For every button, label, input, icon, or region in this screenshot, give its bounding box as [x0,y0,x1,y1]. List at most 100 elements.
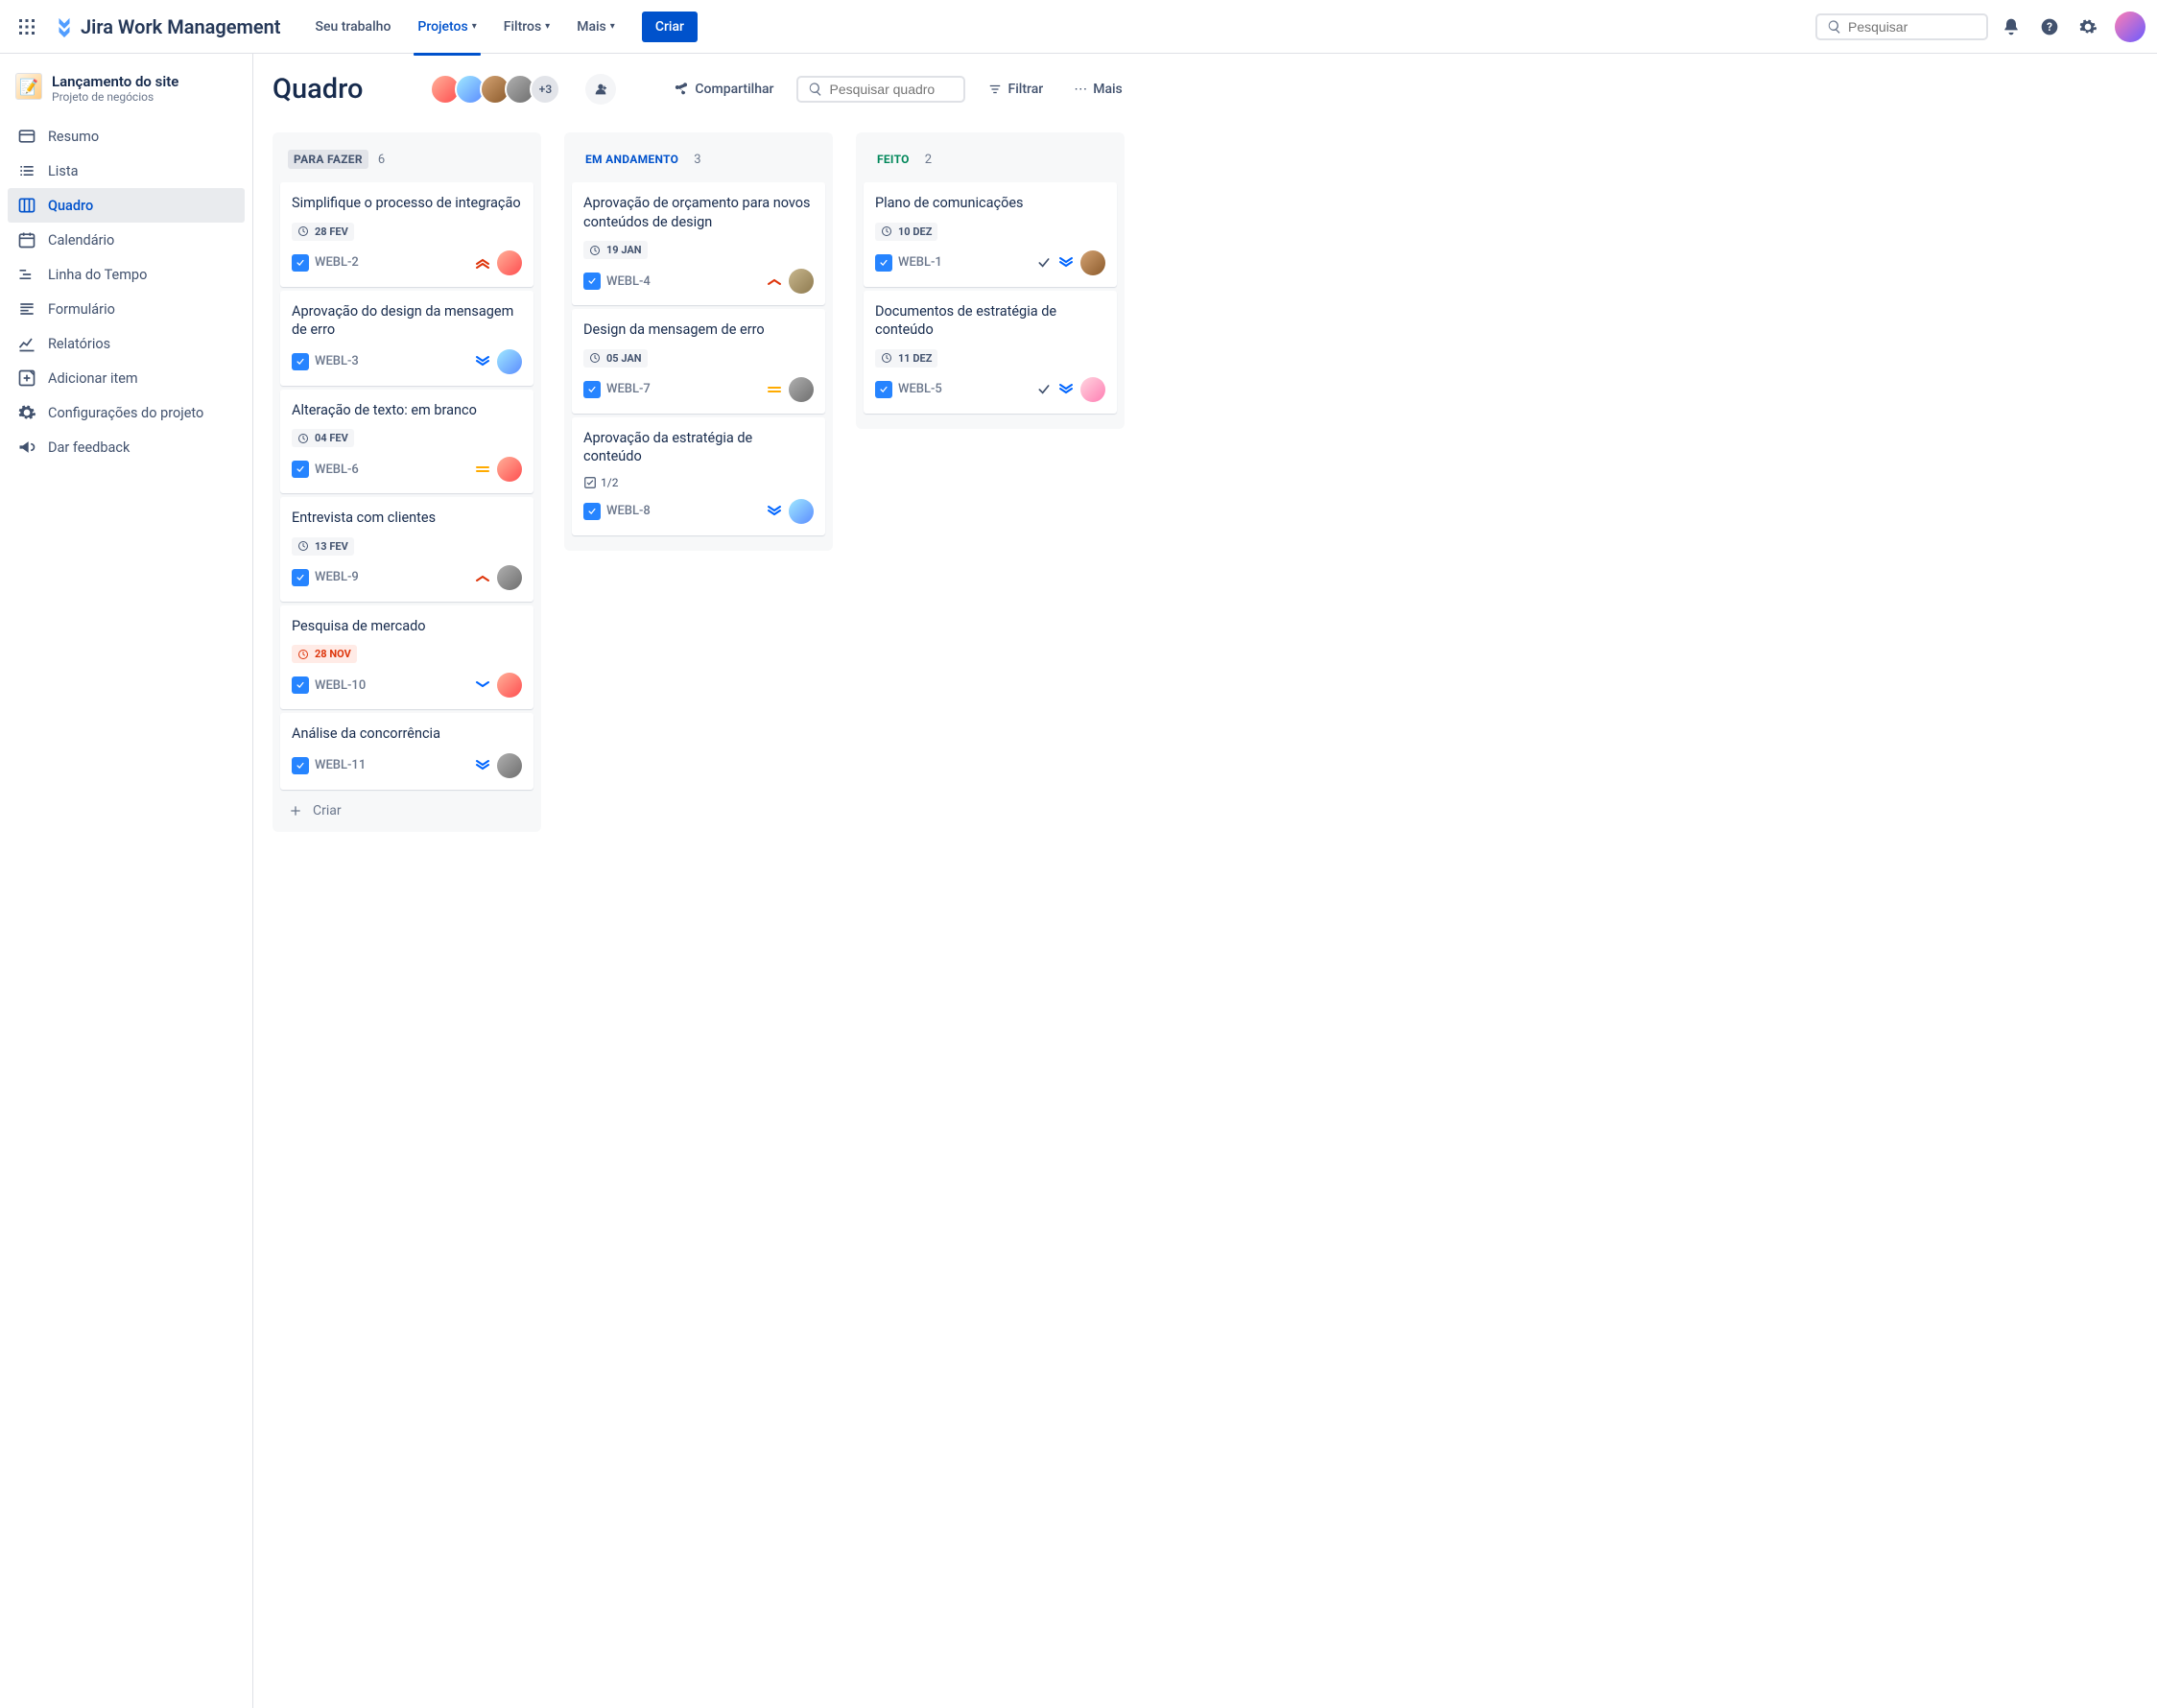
card[interactable]: Análise da concorrência WEBL-11 [280,713,533,790]
task-type-icon [583,273,601,290]
card[interactable]: Documentos de estratégia de conteúdo 11 … [864,291,1117,414]
clock-icon [589,352,601,364]
task-type-icon [292,676,309,694]
card-title: Alteração de texto: em branco [292,401,522,420]
card[interactable]: Entrevista com clientes 13 FEV WEBL-9 [280,497,533,602]
nav-projects[interactable]: Projetos ▾ [406,12,487,42]
filter-icon [988,83,1002,96]
card[interactable]: Aprovação do design da mensagem de erro … [280,291,533,386]
avatar-more[interactable]: +3 [530,74,560,105]
settings-icon[interactable] [2073,12,2103,42]
sidebar-item-feedback[interactable]: Dar feedback [8,430,245,464]
create-button[interactable]: Criar [642,12,698,42]
card-key: WEBL-4 [606,274,651,289]
assignee-avatar[interactable] [1080,377,1105,402]
card[interactable]: Aprovação da estratégia de conteúdo 1/2 … [572,417,825,535]
board-search-input[interactable] [829,82,954,97]
help-icon[interactable]: ? [2034,12,2065,42]
sidebar-item-form[interactable]: Formulário [8,292,245,326]
clock-icon [297,225,309,237]
more-button[interactable]: ⋯ Mais [1066,76,1130,103]
sidebar-item-label: Dar feedback [48,439,130,456]
form-icon [17,299,36,319]
chevron-down-icon: ▾ [545,21,550,32]
card-date: 28 NOV [315,648,351,660]
card-footer: WEBL-6 [292,457,522,482]
card-title: Aprovação do design da mensagem de erro [292,302,522,340]
assignee-avatar[interactable] [789,269,814,294]
feedback-icon [17,438,36,457]
sidebar-item-timeline[interactable]: Linha do Tempo [8,257,245,292]
card-footer: WEBL-2 [292,250,522,275]
assignee-avatar[interactable] [789,377,814,402]
sidebar-item-settings[interactable]: Configurações do projeto [8,395,245,430]
list-icon [17,161,36,180]
search-icon [808,82,823,97]
sidebar-item-summary[interactable]: Resumo [8,119,245,154]
filter-button[interactable]: Filtrar [981,76,1051,103]
sidebar-item-add[interactable]: Adicionar item [8,361,245,395]
card-date: 10 DEZ [898,225,932,238]
sidebar-item-reports[interactable]: Relatórios [8,326,245,361]
card-footer: WEBL-9 [292,565,522,590]
app-switcher-icon[interactable] [12,12,42,42]
card[interactable]: Design da mensagem de erro 05 JAN WEBL-7 [572,309,825,414]
sidebar-item-board[interactable]: Quadro [8,188,245,223]
nav-more[interactable]: Mais ▾ [565,12,627,42]
card[interactable]: Plano de comunicações 10 DEZ WEBL-1 [864,182,1117,287]
global-search-input[interactable] [1848,19,1977,35]
timeline-icon [17,265,36,284]
card[interactable]: Alteração de texto: em branco 04 FEV WEB… [280,390,533,494]
card-footer: WEBL-7 [583,377,814,402]
nav-filters[interactable]: Filtros ▾ [492,12,561,42]
sidebar-item-calendar[interactable]: Calendário [8,223,245,257]
sidebar-item-label: Calendário [48,232,114,249]
card[interactable]: Aprovação de orçamento para novos conteú… [572,182,825,305]
sidebar-item-list[interactable]: Lista [8,154,245,188]
assignee-avatar[interactable] [789,499,814,524]
column-done: FEITO 2 Plano de comunicações 10 DEZ WEB… [856,132,1125,429]
assignee-avatar[interactable] [1080,250,1105,275]
card-footer: WEBL-3 [292,349,522,374]
card-key: WEBL-2 [315,255,359,270]
assignee-avatar[interactable] [497,457,522,482]
share-button[interactable]: Compartilhar [666,76,781,103]
card-title: Documentos de estratégia de conteúdo [875,302,1105,340]
task-type-icon [583,381,601,398]
sidebar-item-label: Relatórios [48,336,110,352]
card[interactable]: Pesquisa de mercado 28 NOV WEBL-10 [280,605,533,710]
card[interactable]: Simplifique o processo de integração 28 … [280,182,533,287]
card-date: 28 FEV [315,225,348,238]
card-title: Pesquisa de mercado [292,617,522,636]
card-date: 04 FEV [315,432,348,444]
card-title: Entrevista com clientes [292,509,522,528]
card-footer: WEBL-4 [583,269,814,294]
task-type-icon [292,569,309,586]
assignee-avatar[interactable] [497,753,522,778]
clock-icon [589,245,601,256]
assignee-avatar[interactable] [497,349,522,374]
notifications-icon[interactable] [1996,12,2027,42]
assignee-avatar[interactable] [497,250,522,275]
search-icon [1827,19,1842,35]
priority-medium-icon [474,462,491,477]
add-member-button[interactable] [585,74,616,105]
clock-icon [297,433,309,444]
plus-icon [288,803,303,818]
task-type-icon [583,503,601,520]
project-title: Lançamento do site [52,73,178,90]
sidebar: 📝 Lançamento do site Projeto de negócios… [0,54,253,1708]
product-logo[interactable]: Jira Work Management [50,15,285,38]
nav-your-work[interactable]: Seu trabalho [304,12,403,42]
global-search[interactable] [1815,13,1988,40]
user-avatar[interactable] [2115,12,2145,42]
sidebar-item-label: Linha do Tempo [48,267,147,283]
board-search[interactable] [796,76,965,103]
share-icon [674,82,689,97]
task-type-icon [292,757,309,774]
calendar-icon [17,230,36,249]
create-card-button[interactable]: Criar [278,794,535,820]
assignee-avatar[interactable] [497,565,522,590]
assignee-avatar[interactable] [497,673,522,698]
priority-high-icon [474,570,491,585]
